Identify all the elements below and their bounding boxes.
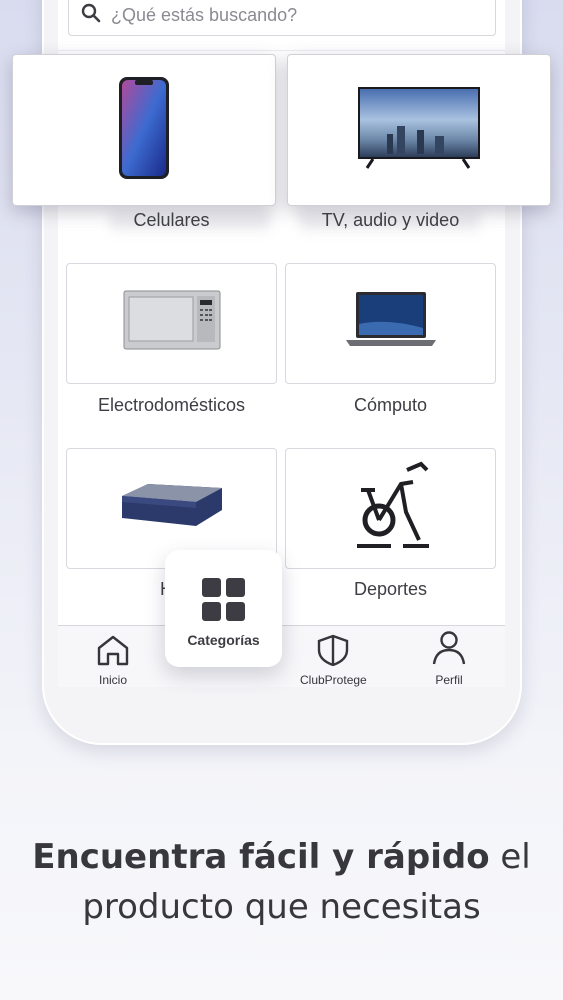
tagline-line2: producto que necesitas: [82, 887, 481, 927]
search-icon: [81, 3, 101, 28]
nav-label: ClubProtege: [300, 673, 367, 687]
microwave-icon: [123, 290, 221, 357]
shield-icon: [316, 634, 350, 673]
exercise-bike-icon: [351, 460, 431, 557]
tv-icon: [357, 86, 481, 175]
laptop-icon: [342, 290, 440, 357]
category-card-celulares[interactable]: [12, 54, 276, 206]
category-card-computo[interactable]: [285, 263, 496, 384]
nav-item-inicio[interactable]: Inicio: [96, 634, 130, 687]
home-icon: [96, 634, 130, 673]
user-icon: [432, 630, 466, 673]
nav-item-perfil[interactable]: Perfil: [432, 630, 466, 687]
category-card-deportes[interactable]: [285, 448, 496, 569]
category-label: Deportes: [353, 579, 428, 599]
tagline-rest: el: [489, 837, 531, 877]
category-label: Electrodomésticos: [97, 395, 246, 415]
grid-icon: [202, 578, 245, 621]
nav-label: Inicio: [98, 673, 127, 687]
category-card-tv[interactable]: [287, 54, 551, 206]
mattress-icon: [118, 480, 226, 537]
category-label: TV, audio y video: [321, 210, 460, 230]
tagline: Encuentra fácil y rápido el producto que…: [0, 832, 563, 932]
search-bar[interactable]: [68, 0, 496, 36]
nav-label: Categorías: [187, 632, 260, 648]
nav-item-clubprotege[interactable]: ClubProtege: [300, 634, 367, 687]
tagline-bold: Encuentra fácil y rápido: [32, 837, 490, 877]
search-input[interactable]: [111, 4, 451, 26]
divider: [58, 50, 505, 51]
category-card-electrodomesticos[interactable]: [66, 263, 277, 384]
category-label: Cómputo: [353, 395, 428, 415]
smartphone-icon: [118, 76, 170, 185]
nav-item-categorias[interactable]: Categorías: [165, 550, 282, 667]
nav-label: Perfil: [435, 673, 463, 687]
category-label: Celulares: [133, 210, 210, 230]
